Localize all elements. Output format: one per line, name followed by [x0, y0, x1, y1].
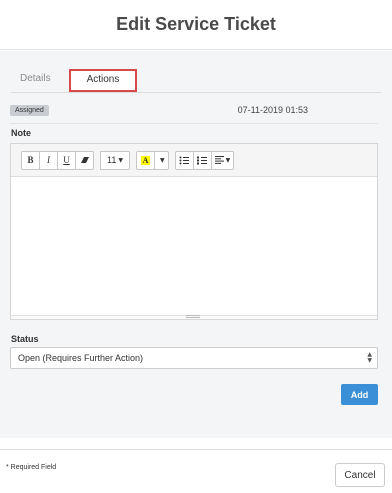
- note-textarea[interactable]: [11, 177, 377, 317]
- ordered-list-button[interactable]: [192, 150, 212, 170]
- status-label: Status: [11, 334, 39, 344]
- divider: [10, 123, 378, 124]
- align-dropdown[interactable]: ▼: [210, 150, 235, 170]
- tab-divider: [10, 92, 382, 93]
- tab-details[interactable]: Details: [10, 69, 61, 93]
- highlight-button[interactable]: A: [136, 150, 155, 170]
- ticket-timestamp: 07-11-2019 01:53: [237, 105, 308, 115]
- editor-toolbar: B I U 11 ▼ A ▼ ▼: [11, 144, 377, 177]
- format-group: B I U: [21, 150, 94, 170]
- chevron-down-icon: ▼: [225, 156, 231, 164]
- resize-handle[interactable]: [11, 315, 377, 319]
- required-field-note: * Required Field: [6, 464, 57, 471]
- tab-actions[interactable]: Actions: [68, 69, 138, 92]
- list-group: ▼: [174, 150, 235, 170]
- ticket-status-row: Assigned 07-11-2019 01:53: [10, 103, 378, 117]
- status-select[interactable]: Open (Requires Further Action) ▲ ▼: [10, 347, 378, 369]
- highlight-dropdown[interactable]: ▼: [154, 150, 169, 170]
- bold-button[interactable]: B: [21, 150, 40, 170]
- unordered-list-button[interactable]: [174, 150, 194, 170]
- modal-body: Details Actions Assigned 07-11-2019 01:5…: [0, 51, 392, 438]
- note-editor: B I U 11 ▼ A ▼ ▼: [10, 143, 378, 320]
- grip-icon: [186, 315, 200, 318]
- status-select-value: Open (Requires Further Action): [18, 353, 144, 363]
- highlight-icon: A: [140, 155, 151, 165]
- tab-bar: Details Actions: [10, 69, 145, 93]
- italic-button[interactable]: I: [39, 150, 58, 170]
- modal-header: Edit Service Ticket: [0, 0, 392, 50]
- numbered-list-icon: [197, 156, 208, 164]
- bullet-list-icon: [179, 156, 190, 164]
- modal-title: Edit Service Ticket: [116, 14, 276, 34]
- font-size-group: 11 ▼: [100, 150, 130, 170]
- align-left-icon: [214, 156, 224, 164]
- chevron-down-icon: ▼: [118, 156, 123, 164]
- chevron-down-icon: ▼: [160, 156, 165, 164]
- select-arrows-icon: ▲ ▼: [367, 351, 372, 364]
- cancel-button[interactable]: Cancel: [335, 463, 385, 487]
- note-label: Note: [11, 128, 31, 138]
- highlight-group: A ▼: [136, 150, 169, 170]
- eraser-icon: [80, 157, 89, 163]
- footer-divider: [0, 449, 392, 450]
- font-size-dropdown[interactable]: 11 ▼: [100, 150, 130, 170]
- eraser-button[interactable]: [75, 150, 94, 170]
- status-badge: Assigned: [10, 104, 49, 116]
- font-size-value: 11: [107, 155, 117, 165]
- underline-button[interactable]: U: [57, 150, 76, 170]
- add-button[interactable]: Add: [341, 384, 378, 405]
